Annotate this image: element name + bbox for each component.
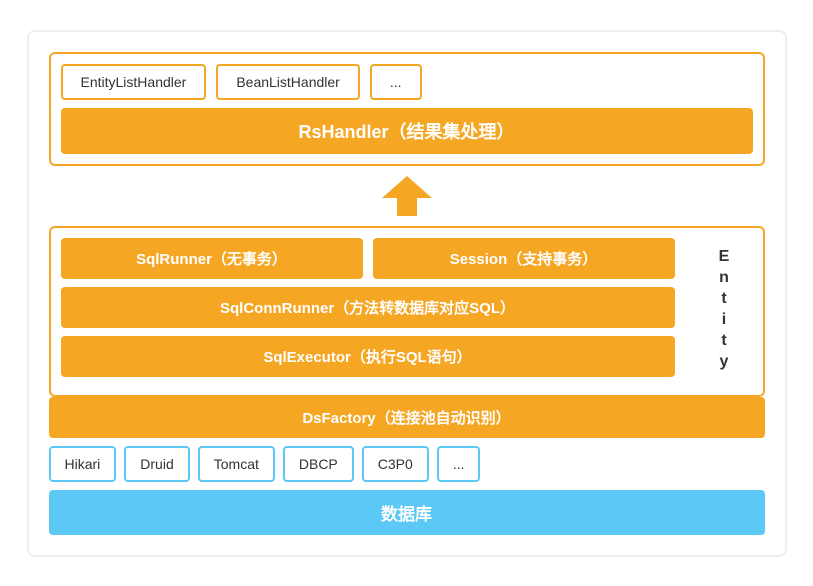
tomcat-item: Tomcat (198, 446, 275, 482)
entity-list-handler-box: EntityListHandler (61, 64, 207, 100)
sql-runner-block: SqlRunner（无事务） (61, 238, 363, 279)
sql-conn-runner-block: SqlConnRunner（方法转数据库对应SQL） (61, 287, 675, 328)
middle-left-panel: SqlRunner（无事务） Session（支持事务） SqlConnRunn… (49, 226, 685, 397)
up-arrow-icon (382, 176, 432, 216)
rs-handler-items-row: EntityListHandler BeanListHandler ... (61, 64, 753, 100)
rs-handler-dots: ... (370, 64, 422, 100)
sql-runner-session-row: SqlRunner（无事务） Session（支持事务） (61, 238, 675, 279)
middle-section: SqlRunner（无事务） Session（支持事务） SqlConnRunn… (49, 226, 765, 397)
rs-handler-main-block: RsHandler（结果集处理） (61, 108, 753, 154)
c3p0-item: C3P0 (362, 446, 429, 482)
pool-dots-item: ... (437, 446, 481, 482)
hikari-item: Hikari (49, 446, 117, 482)
sql-executor-block: SqlExecutor（执行SQL语句） (61, 336, 675, 377)
rs-handler-section: EntityListHandler BeanListHandler ... Rs… (49, 52, 765, 166)
pool-section: DsFactory（连接池自动识别） Hikari Druid Tomcat D… (49, 397, 765, 535)
arrow-up (49, 176, 765, 216)
database-block: 数据库 (49, 490, 765, 535)
session-block: Session（支持事务） (373, 238, 675, 279)
diagram-container: EntityListHandler BeanListHandler ... Rs… (27, 30, 787, 557)
dbcp-item: DBCP (283, 446, 354, 482)
bean-list-handler-box: BeanListHandler (216, 64, 360, 100)
entity-label: Entity (685, 226, 765, 397)
pool-items-row: Hikari Druid Tomcat DBCP C3P0 ... (49, 446, 765, 482)
ds-factory-block: DsFactory（连接池自动识别） (49, 397, 765, 438)
druid-item: Druid (124, 446, 189, 482)
